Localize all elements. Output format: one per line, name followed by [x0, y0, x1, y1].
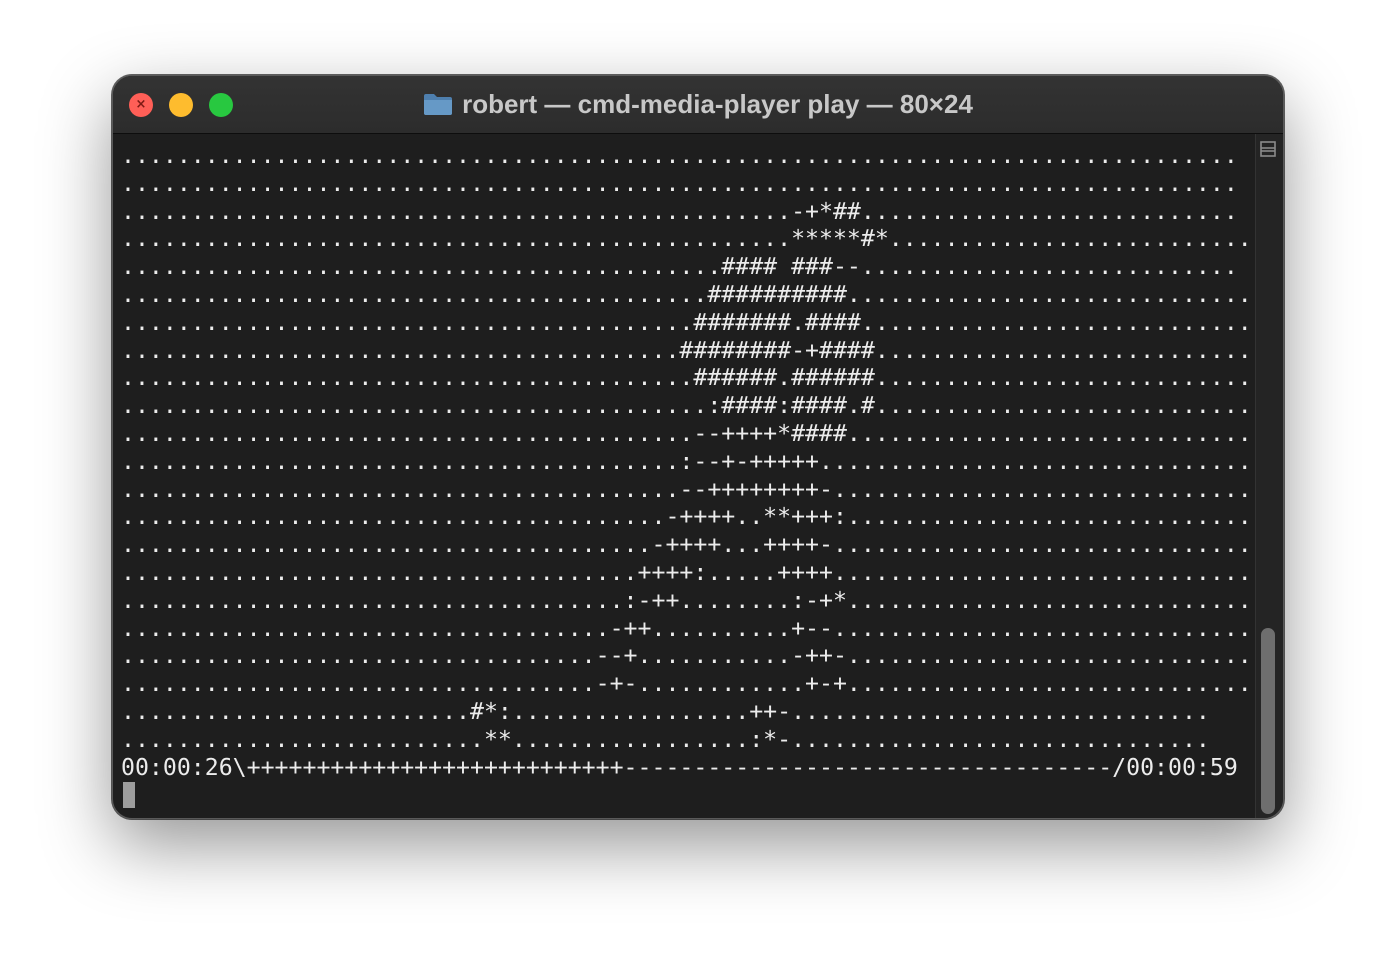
ascii-frame-row: .....................................+++…	[121, 559, 1266, 586]
split-pane-icon[interactable]	[1255, 136, 1281, 162]
ascii-frame-row: ........................................…	[121, 142, 1238, 169]
ascii-frame-row: ........................................…	[121, 225, 1252, 253]
ascii-frame-row: ........................................…	[121, 308, 1252, 336]
ascii-frame-row: ........................................…	[121, 475, 1252, 503]
ascii-frame-row: ....................................:-++…	[121, 586, 1252, 614]
ascii-frame-row: ........................................…	[121, 197, 1238, 225]
progress-line: 00:00:26\+++++++++++++++++++++++++++----…	[121, 753, 1238, 781]
ascii-frame-row: ......................................-+…	[121, 531, 1252, 559]
ascii-frame-row: .......................................-…	[121, 503, 1266, 531]
window-title: robert — cmd-media-player play — 80×24	[423, 89, 973, 119]
ascii-frame-row: ........................................…	[121, 392, 1252, 420]
ascii-frame-row: ........................................…	[121, 336, 1252, 364]
folder-icon	[423, 92, 453, 116]
terminal-output[interactable]: ........................................…	[121, 142, 1266, 812]
ascii-frame-row: ........................................…	[121, 253, 1238, 281]
ascii-frame-row: ........................................…	[121, 281, 1252, 308]
ascii-frame-row: ..................................--+...…	[121, 642, 1252, 670]
ascii-frame-row: ..................................-+-...…	[121, 670, 1252, 698]
window-title-text: robert — cmd-media-player play — 80×24	[462, 89, 973, 119]
ascii-frame-row: ........................................…	[121, 364, 1252, 392]
ascii-frame-row: ..........................**............…	[121, 725, 1210, 753]
ascii-frame-row: .........................#*:............…	[121, 698, 1210, 725]
ascii-frame-row: ...................................-++..…	[121, 614, 1252, 642]
title-bar[interactable]: × robert — cmd-media-player play — 80×24	[113, 76, 1283, 134]
terminal-window: × robert — cmd-media-player play — 80×24…	[112, 75, 1284, 819]
ascii-frame-row: ........................................…	[121, 420, 1252, 447]
ascii-frame-row: ........................................…	[121, 169, 1238, 197]
ascii-frame-row: ........................................…	[121, 447, 1252, 475]
scrollbar-thumb[interactable]	[1261, 628, 1275, 814]
block-cursor	[123, 782, 135, 808]
